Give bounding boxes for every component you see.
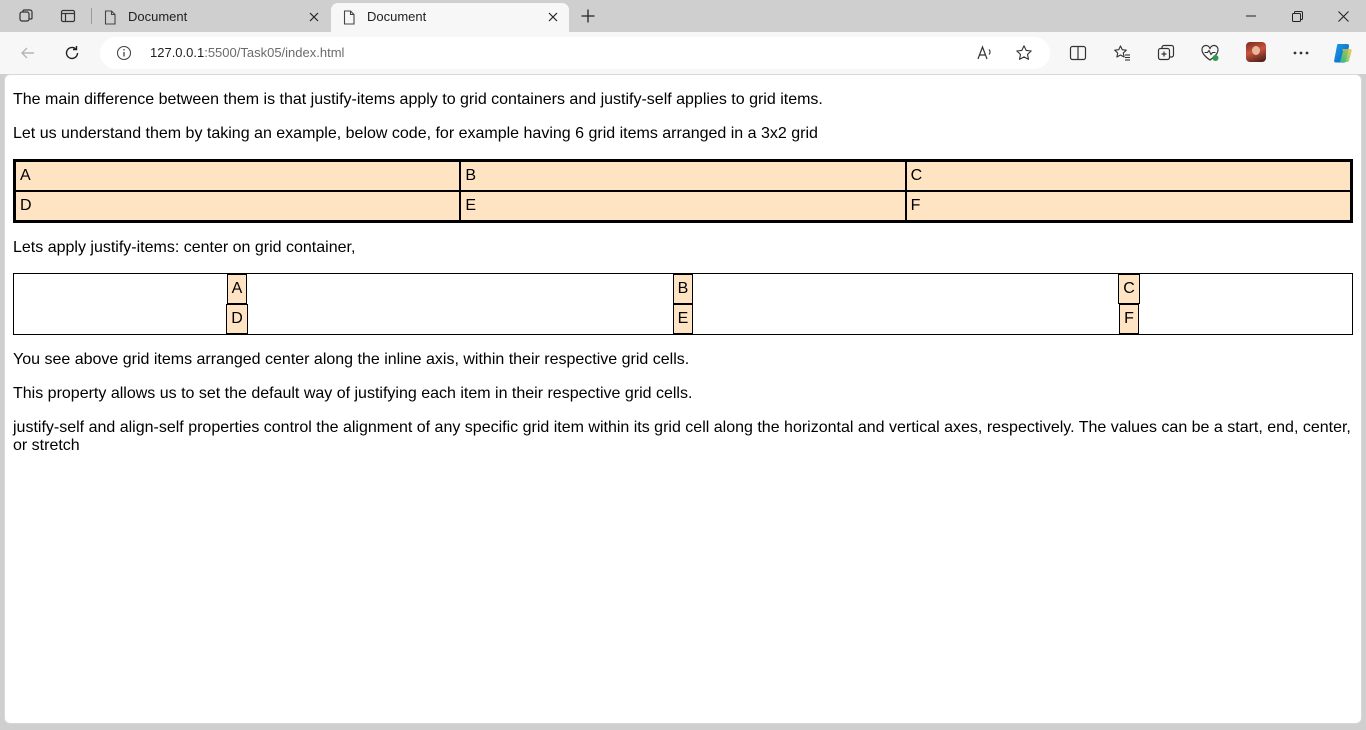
grid-item-f: F bbox=[1119, 304, 1139, 334]
tab-strip: Document Document bbox=[0, 0, 1366, 32]
copilot-icon[interactable] bbox=[1331, 41, 1355, 65]
tab-document-1[interactable]: Document bbox=[92, 3, 330, 32]
url-host: 127.0.0.1 bbox=[150, 45, 205, 60]
window-bottom-edge bbox=[0, 724, 1366, 730]
grid-item-c: C bbox=[1118, 274, 1140, 304]
favorites-icon[interactable] bbox=[1108, 40, 1136, 66]
grid-item-a: A bbox=[226, 274, 248, 304]
site-info-icon[interactable] bbox=[116, 45, 132, 61]
url-path: :5500/Task05/index.html bbox=[204, 45, 345, 60]
paragraph-result: You see above grid items arranged center… bbox=[13, 351, 690, 368]
paragraph-property: This property allows us to set the defau… bbox=[13, 385, 693, 402]
grid-item-a: A bbox=[15, 161, 461, 191]
read-aloud-icon[interactable] bbox=[974, 42, 996, 64]
url-text[interactable]: 127.0.0.1:5500/Task05/index.html bbox=[150, 45, 344, 60]
grid-item-d: D bbox=[15, 191, 461, 221]
paragraph-difference: The main difference between them is that… bbox=[13, 91, 823, 108]
collections-icon[interactable] bbox=[1152, 40, 1180, 66]
grid-item-c: C bbox=[905, 161, 1351, 191]
grid-item-b: B bbox=[460, 161, 906, 191]
grid-item-e: E bbox=[672, 304, 694, 334]
refresh-icon[interactable] bbox=[58, 40, 86, 66]
tab-document-2[interactable]: Document bbox=[331, 3, 569, 32]
minimize-icon[interactable] bbox=[1228, 0, 1274, 32]
close-icon[interactable] bbox=[306, 9, 322, 25]
tab-title: Document bbox=[128, 9, 188, 24]
page-content: The main difference between them is that… bbox=[5, 75, 1361, 455]
grid-container-default: A B C D E F bbox=[13, 159, 1353, 223]
grid-item-b: B bbox=[672, 274, 694, 304]
more-options-icon[interactable] bbox=[1287, 40, 1315, 66]
paragraph-justify-self: justify-self and align-self properties c… bbox=[13, 419, 1351, 454]
close-window-icon[interactable] bbox=[1320, 0, 1366, 32]
document-icon bbox=[342, 10, 356, 25]
paragraph-apply-center: Lets apply justify-items: center on grid… bbox=[13, 239, 356, 256]
page-viewport: The main difference between them is that… bbox=[4, 74, 1362, 724]
back-icon[interactable] bbox=[14, 40, 42, 66]
profile-avatar[interactable] bbox=[1246, 42, 1266, 62]
vertical-tabs-icon[interactable] bbox=[55, 5, 81, 27]
document-icon bbox=[103, 10, 117, 25]
grid-container-centered: A B C D E F bbox=[13, 273, 1353, 335]
restore-icon[interactable] bbox=[1274, 0, 1320, 32]
new-tab-button[interactable] bbox=[576, 5, 600, 27]
favorite-star-icon[interactable] bbox=[1013, 42, 1035, 64]
grid-item-e: E bbox=[460, 191, 906, 221]
tab-title: Document bbox=[367, 9, 427, 24]
workspaces-icon[interactable] bbox=[13, 5, 39, 27]
browser-essentials-icon[interactable] bbox=[1196, 40, 1224, 66]
split-screen-icon[interactable] bbox=[1064, 40, 1092, 66]
close-icon[interactable] bbox=[545, 9, 561, 25]
browser-toolbar: 127.0.0.1:5500/Task05/index.html bbox=[0, 32, 1366, 74]
address-bar[interactable]: 127.0.0.1:5500/Task05/index.html bbox=[100, 37, 1050, 69]
grid-item-d: D bbox=[226, 304, 248, 334]
paragraph-example: Let us understand them by taking an exam… bbox=[13, 125, 818, 142]
grid-item-f: F bbox=[905, 191, 1351, 221]
